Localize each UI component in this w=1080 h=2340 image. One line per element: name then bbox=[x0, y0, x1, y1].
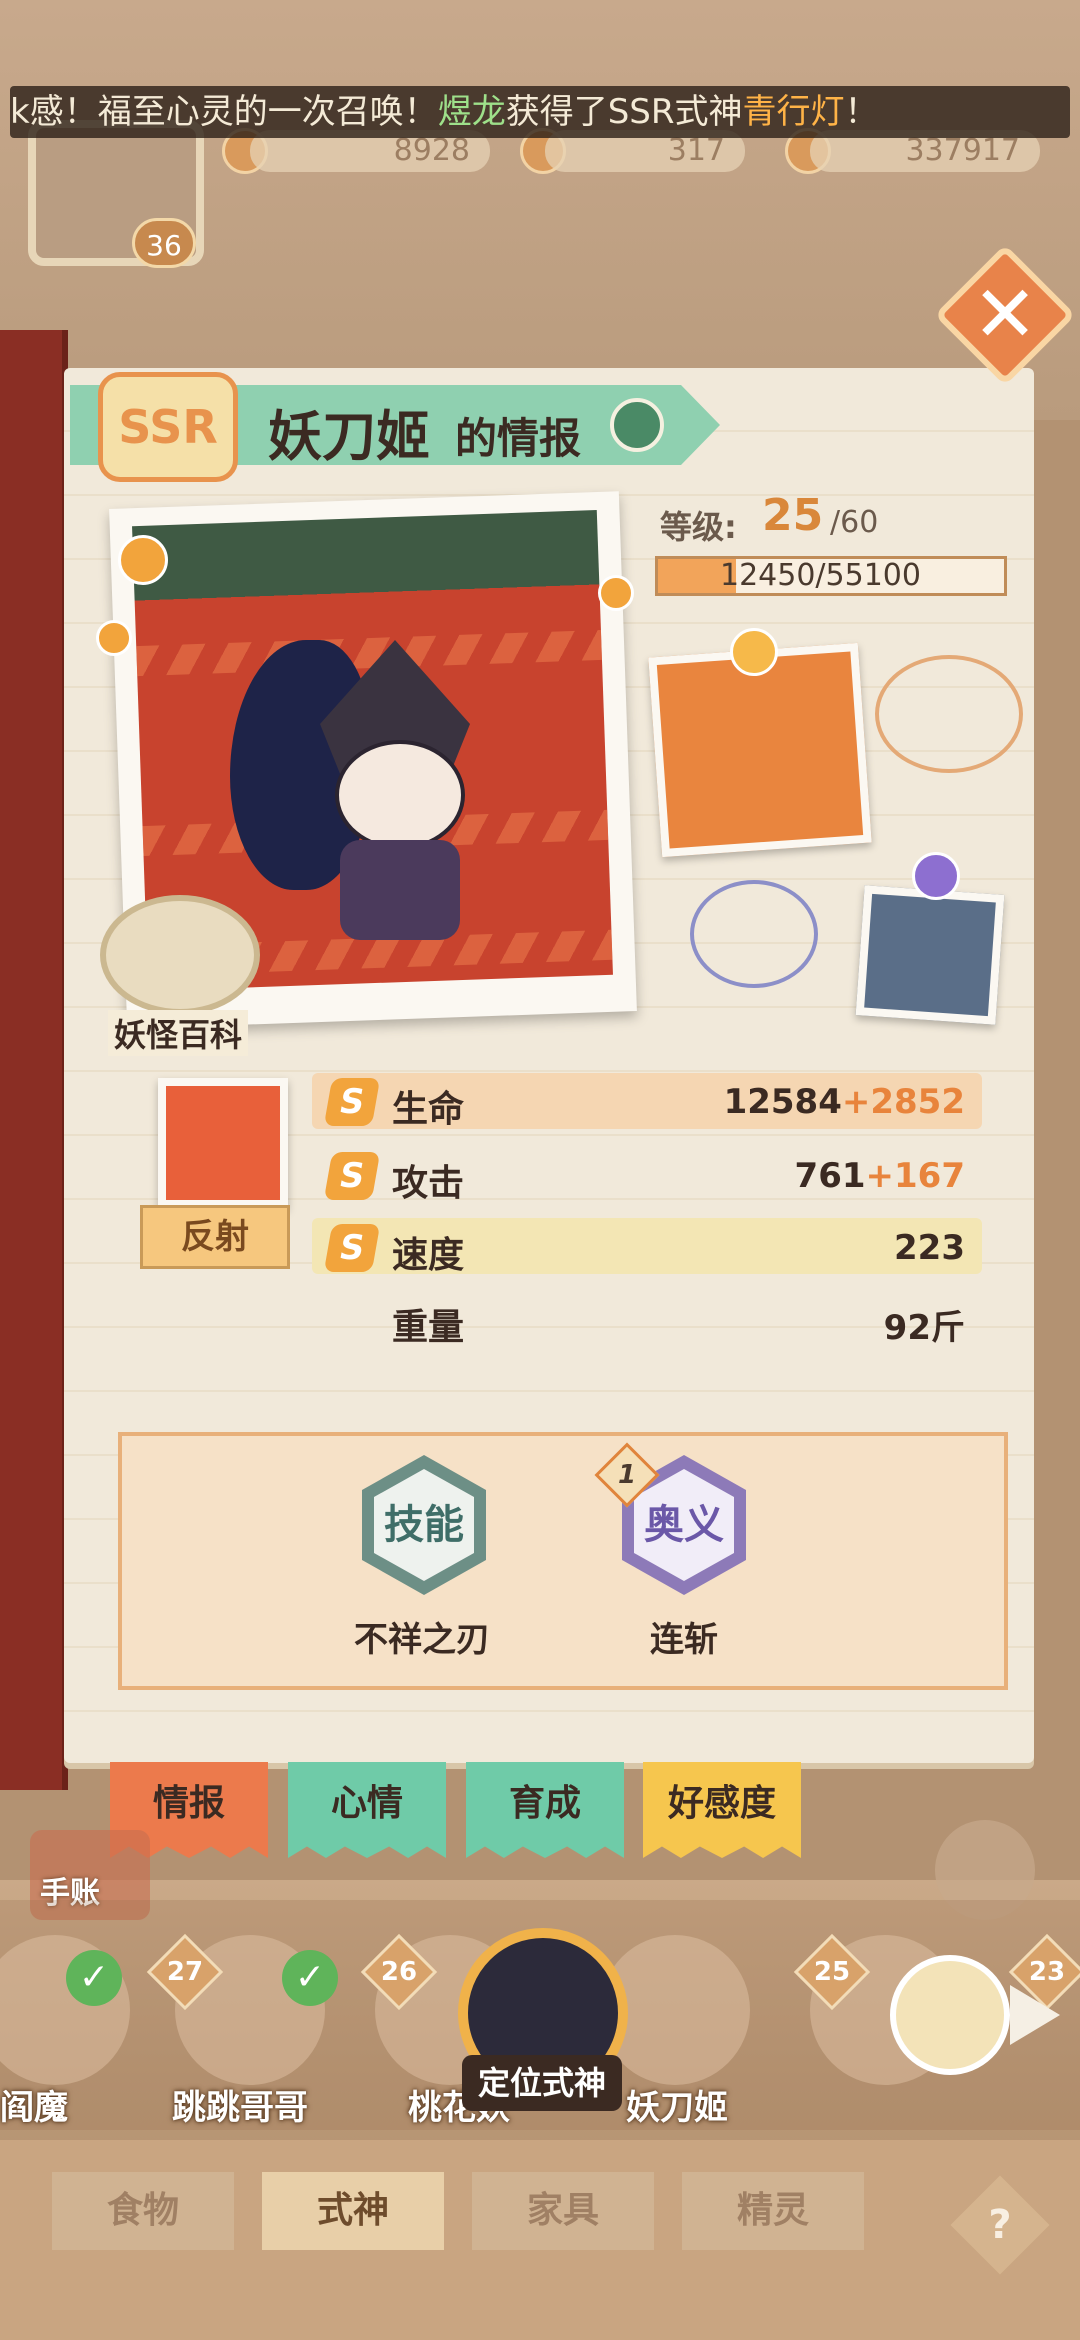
shikigami-name: 妖刀姬 bbox=[268, 405, 430, 468]
encyclopedia-label[interactable]: 妖怪百科 bbox=[108, 1010, 249, 1056]
character-face bbox=[335, 740, 465, 850]
level-label: 等级: bbox=[660, 508, 737, 546]
sad-face-icon bbox=[912, 852, 960, 900]
tab-mood[interactable]: 心情 bbox=[288, 1762, 446, 1858]
tab-training[interactable]: 育成 bbox=[466, 1762, 624, 1858]
fire-icon bbox=[118, 535, 168, 585]
companion-avatar[interactable] bbox=[890, 1955, 1010, 2075]
bottom-tab-shikigami[interactable]: 式神 bbox=[262, 2172, 444, 2250]
exp-text: 12450/55100 bbox=[720, 558, 921, 593]
announcement-prefix: k感！福至心灵的一次召唤！ bbox=[10, 92, 438, 132]
carousel-item-level: 25 bbox=[813, 1957, 851, 1987]
rarity-badge: SSR bbox=[98, 372, 238, 482]
player-level-badge: 36 bbox=[132, 218, 196, 268]
disliked-food-card[interactable] bbox=[855, 885, 1005, 1025]
stat-name-speed: 速度 bbox=[392, 1235, 465, 1276]
ougi-name: 连斩 bbox=[650, 1620, 718, 1660]
carousel-item-name[interactable]: 妖刀姬 bbox=[626, 2080, 728, 2129]
stat-name-weight: 重量 bbox=[392, 1307, 465, 1348]
encyclopedia-icon[interactable] bbox=[100, 895, 260, 1015]
bottom-tab-food[interactable]: 食物 bbox=[52, 2172, 234, 2250]
ougi-level: 1 bbox=[617, 1460, 637, 1490]
check-icon: ✓ bbox=[66, 1950, 122, 2006]
announcement-middle: 获得了SSR式神 bbox=[505, 92, 743, 132]
stat-name-attack: 攻击 bbox=[392, 1163, 465, 1204]
character-body bbox=[340, 840, 460, 940]
s-rank-icon: S bbox=[323, 1152, 381, 1200]
reflect-skill-icon[interactable] bbox=[158, 1078, 288, 1208]
level-max: /60 bbox=[830, 505, 879, 540]
next-arrow-icon[interactable] bbox=[1010, 1985, 1060, 2045]
stat-value-attack: 761+167 bbox=[794, 1156, 965, 1196]
title-suffix: 的情报 bbox=[455, 414, 582, 463]
bottom-tab-spirit[interactable]: 精灵 bbox=[682, 2172, 864, 2250]
skill-name: 不祥之刃 bbox=[354, 1620, 490, 1660]
help-icon[interactable]: ? bbox=[965, 2190, 1035, 2260]
stat-name-hp: 生命 bbox=[392, 1089, 465, 1130]
stat-value-speed: 223 bbox=[894, 1228, 965, 1268]
bottom-tab-furniture[interactable]: 家具 bbox=[472, 2172, 654, 2250]
carousel-item-level: 27 bbox=[166, 1957, 204, 1987]
s-rank-icon: S bbox=[323, 1078, 381, 1126]
happy-face-icon bbox=[730, 628, 778, 676]
fire-icon bbox=[96, 620, 132, 656]
carousel-item-name[interactable]: 阎魔 bbox=[0, 2080, 68, 2129]
happy-doodle-icon bbox=[875, 655, 1023, 773]
fire-icon bbox=[598, 575, 634, 611]
announcement-player: 煜龙 bbox=[437, 92, 506, 132]
skill-type-label: 反射 bbox=[140, 1205, 290, 1269]
carousel-item-name[interactable]: 跳跳哥哥 bbox=[172, 2080, 308, 2129]
stat-value-weight: 92斤 bbox=[883, 1308, 965, 1348]
level-value: 25 bbox=[762, 490, 824, 541]
s-rank-icon: S bbox=[323, 1224, 381, 1272]
announcement-suffix: ！ bbox=[844, 92, 879, 132]
locate-shikigami-label[interactable]: 定位式神 bbox=[462, 2055, 622, 2111]
announcement-banner: k感！福至心灵的一次召唤！煜龙获得了SSR式神青行灯！ bbox=[10, 86, 1070, 138]
check-icon: ✓ bbox=[282, 1950, 338, 2006]
tab-affection[interactable]: 好感度 bbox=[643, 1762, 801, 1858]
angry-doodle-icon bbox=[690, 880, 818, 988]
announcement-shikigami: 青行灯 bbox=[742, 92, 845, 132]
edit-icon[interactable] bbox=[610, 398, 664, 452]
close-icon[interactable]: ✕ bbox=[955, 265, 1055, 365]
book-spine bbox=[0, 330, 68, 1790]
skills-panel bbox=[118, 1432, 1008, 1690]
stat-value-hp: 12584+2852 bbox=[723, 1082, 965, 1122]
carousel-item-level: 26 bbox=[380, 1957, 418, 1987]
